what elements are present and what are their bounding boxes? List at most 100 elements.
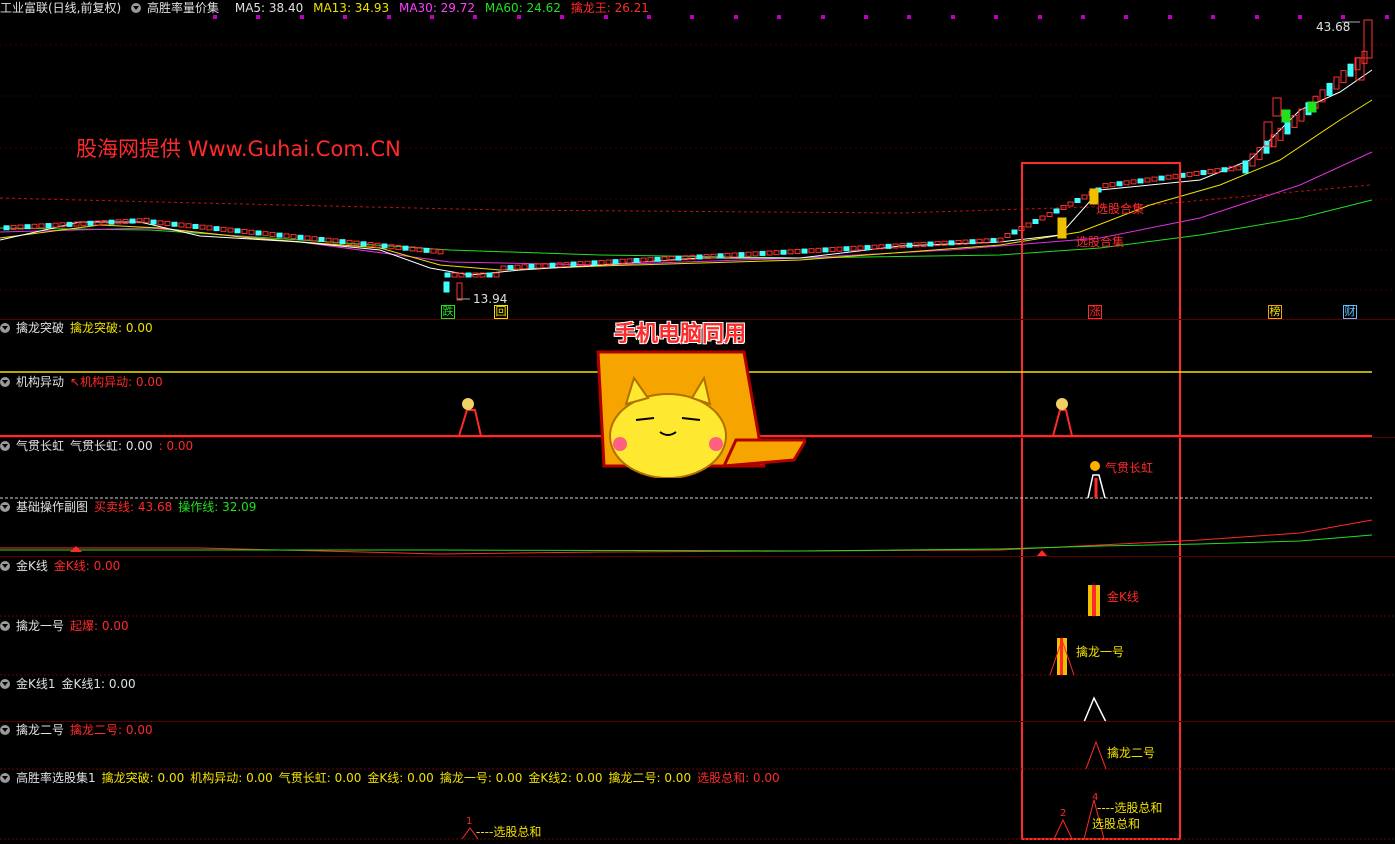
panel-header[interactable]: 机构异动 ↖机构异动: 0.00 bbox=[0, 375, 169, 389]
ma60-line bbox=[0, 199, 1373, 259]
candle bbox=[1004, 233, 1011, 238]
chevron-down-icon[interactable] bbox=[0, 679, 10, 689]
panel-value: ↖机构异动: 0.00 bbox=[70, 375, 163, 389]
candle bbox=[178, 222, 185, 228]
candle bbox=[556, 262, 563, 268]
ma30-line bbox=[0, 151, 1373, 266]
candle bbox=[528, 263, 535, 269]
candle bbox=[920, 241, 927, 247]
candle bbox=[1116, 181, 1123, 187]
candle bbox=[822, 247, 829, 253]
panel-value: 擒龙突破: 0.00 bbox=[101, 771, 185, 785]
candle bbox=[339, 239, 346, 245]
candle bbox=[269, 231, 276, 237]
panel-value: 擒龙突破: 0.00 bbox=[70, 321, 153, 335]
candle bbox=[255, 230, 262, 236]
candle bbox=[24, 224, 31, 230]
chevron-down-icon[interactable] bbox=[0, 561, 10, 571]
candle bbox=[990, 238, 997, 244]
candle bbox=[1347, 63, 1354, 77]
candle bbox=[1046, 212, 1053, 217]
qinglong1-signal-label: 擒龙一号 bbox=[1076, 645, 1125, 659]
candle bbox=[443, 281, 450, 293]
candle bbox=[633, 257, 640, 263]
panel-name: 擒龙突破 bbox=[16, 321, 65, 335]
candle bbox=[766, 250, 773, 256]
candle bbox=[836, 246, 843, 252]
panel-value: 机构异动: 0.00 bbox=[190, 771, 273, 785]
candle bbox=[1340, 70, 1347, 84]
candle bbox=[857, 245, 864, 251]
candle bbox=[1067, 201, 1074, 207]
candle bbox=[780, 249, 787, 255]
panel-header[interactable]: 擒龙一号 起爆: 0.00 bbox=[0, 619, 135, 633]
panel-name: 擒龙一号 bbox=[16, 619, 65, 633]
candle bbox=[1011, 229, 1018, 235]
candle bbox=[1165, 174, 1172, 180]
candle bbox=[507, 265, 514, 271]
candle bbox=[206, 225, 213, 231]
sum-label-3: 选股总和 bbox=[1092, 817, 1141, 831]
candle bbox=[192, 223, 199, 229]
chevron-down-icon[interactable] bbox=[0, 441, 10, 451]
jink-signal-label: 金K线 bbox=[1107, 590, 1139, 604]
candle bbox=[969, 239, 976, 245]
chevron-down-icon[interactable] bbox=[0, 323, 10, 333]
candle bbox=[465, 272, 472, 278]
panel-header[interactable]: 金K线1 金K线1: 0.00 bbox=[0, 677, 142, 691]
candle bbox=[864, 245, 871, 251]
low-price-label: 13.94 bbox=[473, 292, 508, 306]
candle bbox=[234, 228, 241, 234]
chevron-down-icon[interactable] bbox=[0, 621, 10, 631]
chevron-down-icon[interactable] bbox=[0, 502, 10, 512]
candle bbox=[143, 217, 150, 223]
panel-value: 擒龙一号: 0.00 bbox=[439, 771, 523, 785]
candle bbox=[486, 272, 493, 278]
event-tag-hui[interactable]: 回 bbox=[494, 305, 508, 319]
panel-value: 擒龙二号: 0.00 bbox=[608, 771, 692, 785]
candle bbox=[759, 250, 766, 256]
candle bbox=[122, 218, 129, 224]
candle bbox=[591, 260, 598, 266]
candle bbox=[381, 243, 388, 249]
panel-name: 高胜率选股集1 bbox=[16, 771, 96, 785]
candle bbox=[290, 234, 297, 240]
candle bbox=[1144, 177, 1151, 183]
chevron-down-icon[interactable] bbox=[0, 773, 10, 783]
candle bbox=[297, 234, 304, 240]
event-tag-die[interactable]: 跌 bbox=[441, 305, 455, 319]
candle bbox=[402, 245, 409, 251]
panel-header[interactable]: 擒龙突破 擒龙突破: 0.00 bbox=[0, 321, 159, 335]
event-tag-cai[interactable]: 财 bbox=[1343, 305, 1357, 319]
candle bbox=[456, 282, 463, 301]
candle bbox=[626, 258, 633, 264]
chevron-down-icon[interactable] bbox=[0, 725, 10, 735]
panel-header[interactable]: 高胜率选股集1 擒龙突破: 0.00 机构异动: 0.00 气贯长虹: 0.00 金K线… bbox=[0, 771, 786, 785]
panel-name: 金K线1 bbox=[16, 677, 56, 691]
panel-header[interactable]: 气贯长虹 气贯长虹: 0.00: 0.00 bbox=[0, 439, 199, 453]
candle bbox=[1281, 109, 1291, 123]
panel-header[interactable]: 擒龙二号 擒龙二号: 0.00 bbox=[0, 723, 159, 737]
event-tag-zhang[interactable]: 涨 bbox=[1088, 305, 1102, 319]
event-tag-bang[interactable]: 榜 bbox=[1268, 305, 1282, 319]
panel-name: 基础操作副图 bbox=[16, 500, 89, 514]
panel-value: 起爆: 0.00 bbox=[70, 619, 129, 633]
candle bbox=[514, 264, 521, 270]
candle bbox=[885, 243, 892, 249]
panel-name: 金K线 bbox=[16, 559, 48, 573]
candle bbox=[696, 254, 703, 260]
candle bbox=[619, 258, 626, 264]
candle bbox=[185, 223, 192, 229]
panel-header[interactable]: 基础操作副图 买卖线: 43.68 操作线: 32.09 bbox=[0, 500, 262, 514]
candle bbox=[157, 220, 164, 226]
candle bbox=[1039, 215, 1046, 221]
panel-header[interactable]: 金K线 金K线: 0.00 bbox=[0, 559, 126, 573]
panel-value: 擒龙二号: 0.00 bbox=[70, 723, 153, 737]
candle bbox=[598, 259, 605, 265]
selection-frame bbox=[1021, 162, 1181, 840]
candle bbox=[241, 229, 248, 235]
candle bbox=[87, 220, 94, 226]
chevron-down-icon[interactable] bbox=[0, 377, 10, 387]
candle bbox=[101, 220, 108, 226]
qinglong2-signal-label: 擒龙二号 bbox=[1107, 746, 1156, 760]
